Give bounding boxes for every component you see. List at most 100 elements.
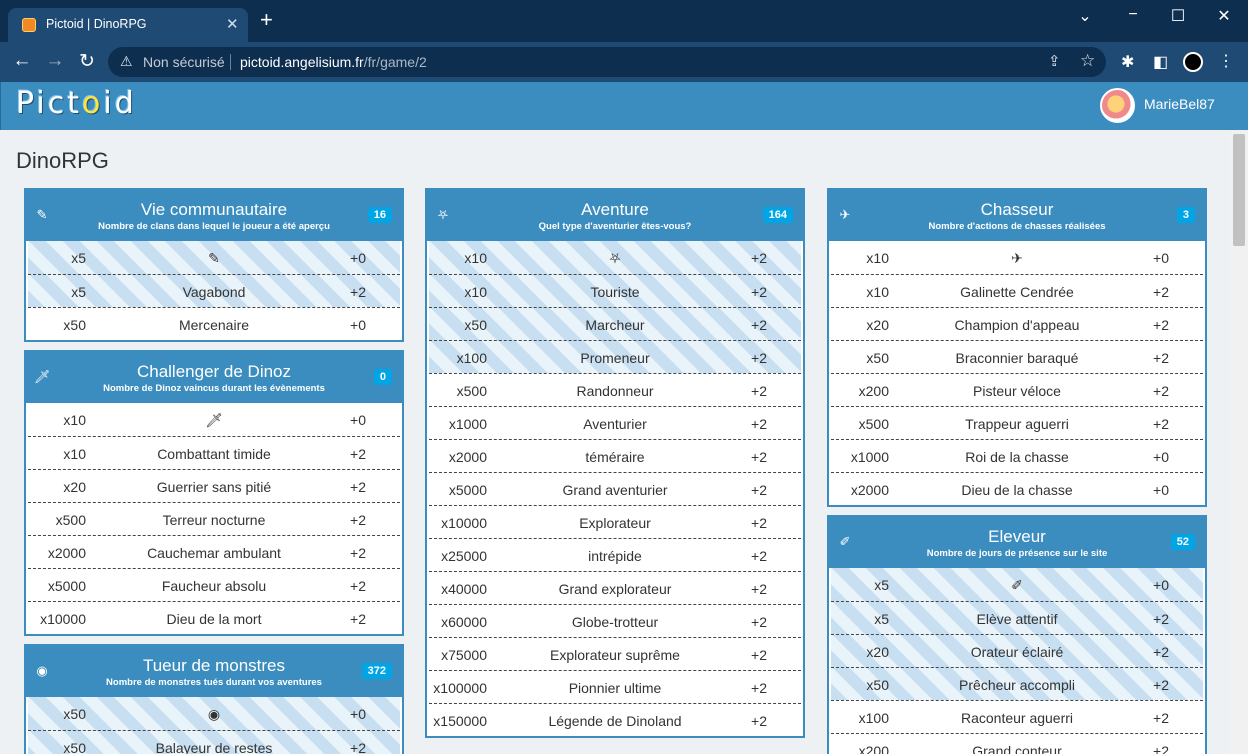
close-window-icon[interactable]: ✕ bbox=[1209, 6, 1239, 26]
reward-row: x500 Randonneur +2 bbox=[429, 373, 801, 406]
card-subtitle: Nombre de jours de présence sur le site bbox=[926, 548, 1108, 559]
count-badge: 52 bbox=[1170, 534, 1195, 550]
reward-points: +2 bbox=[1153, 284, 1169, 300]
card-subtitle: Quel type d'aventurier êtes-vous? bbox=[538, 221, 692, 232]
reward-row: x200 Grand conteur +2 bbox=[831, 733, 1203, 754]
reward-row: x5000 Grand aventurier +2 bbox=[429, 472, 801, 505]
reward-row: x5 ✐ +0 bbox=[831, 568, 1203, 601]
url-text[interactable]: pictoid.angelisium.fr/fr/game/2 bbox=[240, 54, 427, 70]
reward-row: x1000 Roi de la chasse +0 bbox=[831, 439, 1203, 472]
reward-count: x10000 bbox=[441, 515, 487, 531]
reward-row: x100 Promeneur +2 bbox=[429, 340, 801, 373]
address-bar[interactable]: ⚠ Non sécurisé pictoid.angelisium.fr/fr/… bbox=[108, 47, 1106, 77]
reward-name: ✈ bbox=[1011, 250, 1023, 266]
side-panel-icon[interactable]: ◧ bbox=[1153, 52, 1168, 72]
reward-name: Roi de la chasse bbox=[965, 449, 1069, 465]
reward-count: x20 bbox=[63, 479, 86, 495]
card-title: Aventure bbox=[581, 200, 649, 219]
card-title: Tueur de monstres bbox=[142, 656, 286, 675]
reward-name: Vagabond bbox=[182, 284, 246, 300]
reward-points: +2 bbox=[1153, 317, 1169, 333]
card-title: Chasseur bbox=[980, 200, 1054, 219]
username[interactable]: MarieBel87 bbox=[1144, 96, 1215, 112]
reward-points: +0 bbox=[350, 706, 366, 722]
reward-count: x50 bbox=[866, 350, 889, 366]
reward-points: +0 bbox=[1153, 250, 1169, 266]
extensions-icon[interactable]: ✱ bbox=[1121, 52, 1134, 72]
card-header: ✎ Vie communautaire Nombre de clans dans l… bbox=[26, 190, 402, 241]
reward-count: x5000 bbox=[47, 578, 86, 594]
reward-name: ◉ bbox=[207, 706, 221, 722]
card-vie-communautaire: ✎ Vie communautaire Nombre de clans dans l… bbox=[24, 188, 404, 342]
reward-row: x50 ◉ +0 bbox=[28, 697, 400, 730]
card-challenger-de-dinoz: 🗡 Challenger de Dinoz Nombre de Dinoz vain… bbox=[24, 350, 404, 636]
new-tab-icon[interactable]: + bbox=[260, 9, 273, 31]
user-avatar[interactable] bbox=[1100, 88, 1135, 123]
back-icon[interactable]: ← bbox=[10, 50, 34, 72]
reward-name: ✐ bbox=[1011, 577, 1023, 593]
maximize-icon[interactable]: ☐ bbox=[1163, 6, 1193, 26]
reward-points: +2 bbox=[751, 482, 767, 498]
reward-points: +2 bbox=[350, 545, 366, 561]
warning-icon[interactable]: ⚠ bbox=[120, 53, 133, 70]
tab-search-icon[interactable]: ⌄ bbox=[1070, 6, 1100, 26]
reward-row: x10 🗡 +0 bbox=[28, 403, 400, 436]
reward-name: Grand aventurier bbox=[562, 482, 668, 498]
reward-list: x5 ✐ +0 x5 Elève attentif +2 x20 Orateur éclair… bbox=[829, 568, 1205, 754]
share-icon[interactable]: ⇪ bbox=[1048, 52, 1061, 70]
reward-count: x40000 bbox=[441, 581, 487, 597]
reward-row: x20 Orateur éclairé +2 bbox=[831, 634, 1203, 667]
reward-count: x10 bbox=[464, 250, 487, 266]
scrollbar-thumb[interactable] bbox=[1233, 134, 1245, 246]
forward-icon[interactable]: → bbox=[43, 50, 67, 72]
browser-tab-bar: Pictoid | DinoRPG ✕ + ⌄ − ☐ ✕ bbox=[0, 0, 1248, 42]
browser-tab[interactable]: Pictoid | DinoRPG ✕ bbox=[8, 8, 248, 42]
minimize-icon[interactable]: − bbox=[1118, 6, 1148, 24]
card-aventure: ⛧ Aventure Quel type d'aventurier êtes-vou… bbox=[425, 188, 805, 738]
tab-close-icon[interactable]: ✕ bbox=[226, 15, 239, 33]
reward-name: Grand conteur bbox=[972, 743, 1062, 754]
reward-row: x10 Galinette Cendrée +2 bbox=[831, 274, 1203, 307]
pictoid-logo[interactable]: Pictoid bbox=[16, 86, 137, 121]
reward-list: x5 ✎ +0 x5 Vagabond +2 x50 Mercenaire +0 bbox=[26, 241, 402, 340]
bookmark-star-icon[interactable]: ☆ bbox=[1080, 51, 1095, 71]
reward-points: +2 bbox=[751, 680, 767, 696]
card-header: 🗡 Challenger de Dinoz Nombre de Dinoz vain… bbox=[26, 352, 402, 403]
reward-count: x500 bbox=[55, 512, 86, 528]
reward-count: x150000 bbox=[433, 713, 487, 729]
reward-name: Mercenaire bbox=[178, 317, 250, 333]
reload-icon[interactable]: ↻ bbox=[75, 50, 99, 73]
reward-points: +0 bbox=[350, 412, 366, 428]
reward-count: x5 bbox=[874, 611, 889, 627]
reward-count: x50 bbox=[63, 317, 86, 333]
reward-count: x50 bbox=[464, 317, 487, 333]
reward-name: Faucheur absolu bbox=[161, 578, 267, 594]
reward-row: x2000 Dieu de la chasse +0 bbox=[831, 472, 1203, 505]
reward-name: Pisteur véloce bbox=[973, 383, 1061, 399]
reward-points: +2 bbox=[1153, 416, 1169, 432]
reward-name: Grand explorateur bbox=[558, 581, 672, 597]
count-badge: 3 bbox=[1176, 207, 1195, 223]
profile-icon[interactable] bbox=[1183, 52, 1203, 72]
reward-count: x1000 bbox=[448, 416, 487, 432]
reward-row: x75000 Explorateur suprême +2 bbox=[429, 637, 801, 670]
reward-points: +2 bbox=[1153, 677, 1169, 693]
reward-points: +0 bbox=[1153, 482, 1169, 498]
reward-row: x100000 Pionnier ultime +2 bbox=[429, 670, 801, 703]
reward-name: Guerrier sans pitié bbox=[156, 479, 272, 495]
reward-count: x50 bbox=[63, 740, 86, 754]
reward-name: Globe-trotteur bbox=[571, 614, 659, 630]
site-header: Pictoid MarieBel87 bbox=[0, 82, 1248, 130]
reward-row: x500 Trappeur aguerri +2 bbox=[831, 406, 1203, 439]
security-label[interactable]: Non sécurisé bbox=[143, 54, 225, 70]
reward-points: +2 bbox=[751, 317, 767, 333]
reward-name: 🗡 bbox=[205, 412, 223, 428]
reward-row: x10000 Explorateur +2 bbox=[429, 505, 801, 538]
reward-count: x60000 bbox=[441, 614, 487, 630]
card-header: ◉ Tueur de monstres Nombre de monstres tué… bbox=[26, 646, 402, 697]
reward-row: x25000 intrépide +2 bbox=[429, 538, 801, 571]
reward-points: +2 bbox=[1153, 611, 1169, 627]
menu-kebab-icon[interactable]: ⋮ bbox=[1218, 51, 1234, 71]
reward-name: Explorateur suprême bbox=[550, 647, 680, 663]
logo-text-end: id bbox=[103, 86, 137, 121]
